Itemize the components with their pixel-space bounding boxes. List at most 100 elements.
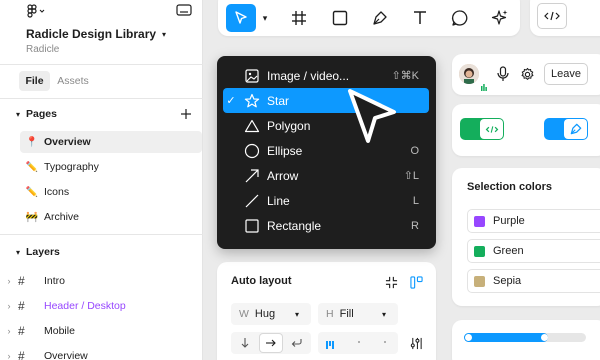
layout-icon	[409, 275, 423, 289]
layer-label: Header / Desktop	[44, 300, 126, 312]
layers-section-header[interactable]: ▾ Layers	[16, 246, 60, 258]
slider-handle[interactable]	[541, 334, 548, 341]
figma-menu-button[interactable]	[22, 2, 52, 20]
menu-item-rectangle[interactable]: Rectangle R	[223, 213, 429, 238]
left-sidebar: Radicle Design Library ▾ Radicle File As…	[0, 0, 203, 360]
vertical-direction-button[interactable]	[235, 334, 255, 352]
menu-item-label: Line	[267, 193, 290, 208]
frame-icon: #	[18, 299, 25, 313]
color-row-purple[interactable]: Purple	[467, 209, 600, 233]
toolbar: ▾	[218, 0, 520, 36]
pencil-icon: ✏️	[25, 186, 39, 198]
dev-mode-button[interactable]	[537, 3, 567, 29]
code-icon	[485, 125, 498, 133]
check-icon: ✓	[226, 95, 236, 107]
pages-title: Pages	[26, 108, 57, 120]
menu-item-line[interactable]: Line L	[223, 188, 429, 213]
comment-tool-button[interactable]	[448, 6, 472, 30]
shape-tools-menu: Image / video... ⇧⌘K ✓ Star Polygon Elli…	[217, 56, 436, 249]
chevron-down-icon: ▾	[381, 309, 386, 319]
avatar[interactable]	[459, 64, 479, 84]
color-row-green[interactable]: Green	[467, 239, 600, 263]
layer-item-intro[interactable]: › # Intro	[0, 270, 203, 292]
chevron-down-icon: ▾	[262, 12, 268, 23]
page-item-overview[interactable]: 📍 Overview	[20, 131, 202, 153]
leave-button[interactable]: Leave	[544, 63, 588, 85]
chevron-down-icon: ▾	[162, 29, 167, 39]
direction-control	[231, 332, 311, 354]
add-page-button[interactable]	[178, 106, 194, 122]
circle-icon	[239, 143, 265, 159]
frame-icon: #	[18, 274, 25, 288]
rectangle-icon	[332, 10, 348, 26]
tab-file-label: File	[25, 75, 44, 87]
microphone-icon	[497, 66, 509, 81]
frame-icon: #	[18, 349, 25, 360]
image-icon	[239, 68, 265, 83]
plus-icon	[181, 109, 191, 119]
rectangle-tool-button[interactable]	[328, 6, 352, 30]
divider	[0, 64, 203, 65]
cursor-icon	[235, 11, 247, 24]
alignment-grid[interactable]	[318, 332, 398, 354]
page-item-archive[interactable]: 🚧 Archive	[20, 206, 202, 228]
move-tool-dropdown[interactable]: ▾	[258, 6, 272, 30]
pages-section-header[interactable]: ▾ Pages	[16, 108, 57, 120]
triangle-icon	[239, 119, 265, 133]
arrow-right-icon	[266, 339, 276, 347]
microphone-button[interactable]	[494, 65, 512, 83]
menu-item-shortcut: O	[410, 144, 419, 157]
color-swatch[interactable]	[474, 245, 485, 257]
layer-item-overview[interactable]: › # Overview	[0, 345, 203, 360]
move-tool-button[interactable]	[226, 4, 256, 32]
file-name: Radicle Design Library	[26, 27, 157, 41]
layer-item-mobile[interactable]: › # Mobile	[0, 320, 203, 342]
tab-file[interactable]: File	[19, 71, 50, 91]
chevron-down-icon: ▾	[294, 309, 299, 319]
selection-colors-title: Selection colors	[467, 181, 552, 193]
chevron-right-icon: ›	[7, 351, 11, 360]
height-dropdown[interactable]: ▾	[376, 306, 392, 322]
color-swatch[interactable]	[474, 215, 485, 227]
sliders-icon	[410, 337, 422, 349]
wrap-icon	[291, 339, 302, 347]
divider	[0, 98, 203, 99]
frame-tool-button[interactable]	[287, 6, 311, 30]
pen-icon	[570, 123, 581, 135]
layer-label: Mobile	[44, 325, 75, 337]
wrap-direction-button[interactable]	[287, 334, 307, 352]
width-key: W	[239, 308, 249, 320]
page-item-typography[interactable]: ✏️ Typography	[20, 156, 202, 178]
menu-item-label: Rectangle	[267, 218, 322, 233]
tab-assets[interactable]: Assets	[55, 71, 91, 91]
slider-track[interactable]	[464, 333, 586, 342]
horizontal-direction-button[interactable]	[260, 334, 282, 352]
menu-item-arrow[interactable]: Arrow ⇧L	[223, 163, 429, 188]
color-row-sepia[interactable]: Sepia	[467, 269, 600, 293]
arrow-down-icon	[241, 338, 249, 348]
tab-assets-label: Assets	[57, 75, 89, 87]
file-name-dropdown[interactable]: Radicle Design Library ▾	[26, 27, 166, 41]
layout-grid-button[interactable]	[407, 273, 425, 291]
layout-settings-button[interactable]	[407, 334, 425, 352]
menu-item-shortcut: ⇧L	[403, 170, 419, 182]
color-swatch[interactable]	[474, 275, 485, 287]
actions-tool-button[interactable]	[488, 6, 512, 30]
code-icon	[544, 11, 560, 21]
page-item-icons[interactable]: ✏️ Icons	[20, 181, 202, 203]
width-dropdown[interactable]: ▾	[289, 306, 305, 322]
layer-item-header-desktop[interactable]: › # Header / Desktop	[0, 295, 203, 317]
pen-tool-button[interactable]	[368, 6, 392, 30]
slider-handle[interactable]	[465, 334, 472, 341]
slider-fill	[464, 333, 548, 342]
design-mode-toggle[interactable]	[544, 118, 588, 140]
toggle-ui-button[interactable]	[174, 2, 194, 18]
color-name: Green	[493, 245, 524, 257]
frame-icon	[292, 11, 306, 25]
settings-button[interactable]	[518, 65, 536, 83]
collapse-layout-button[interactable]	[382, 273, 400, 291]
menu-item-image-video[interactable]: Image / video... ⇧⌘K	[223, 63, 429, 88]
dev-mode-toggle[interactable]	[460, 118, 504, 140]
pencil-icon: ✏️	[25, 161, 39, 173]
text-tool-button[interactable]	[408, 6, 432, 30]
